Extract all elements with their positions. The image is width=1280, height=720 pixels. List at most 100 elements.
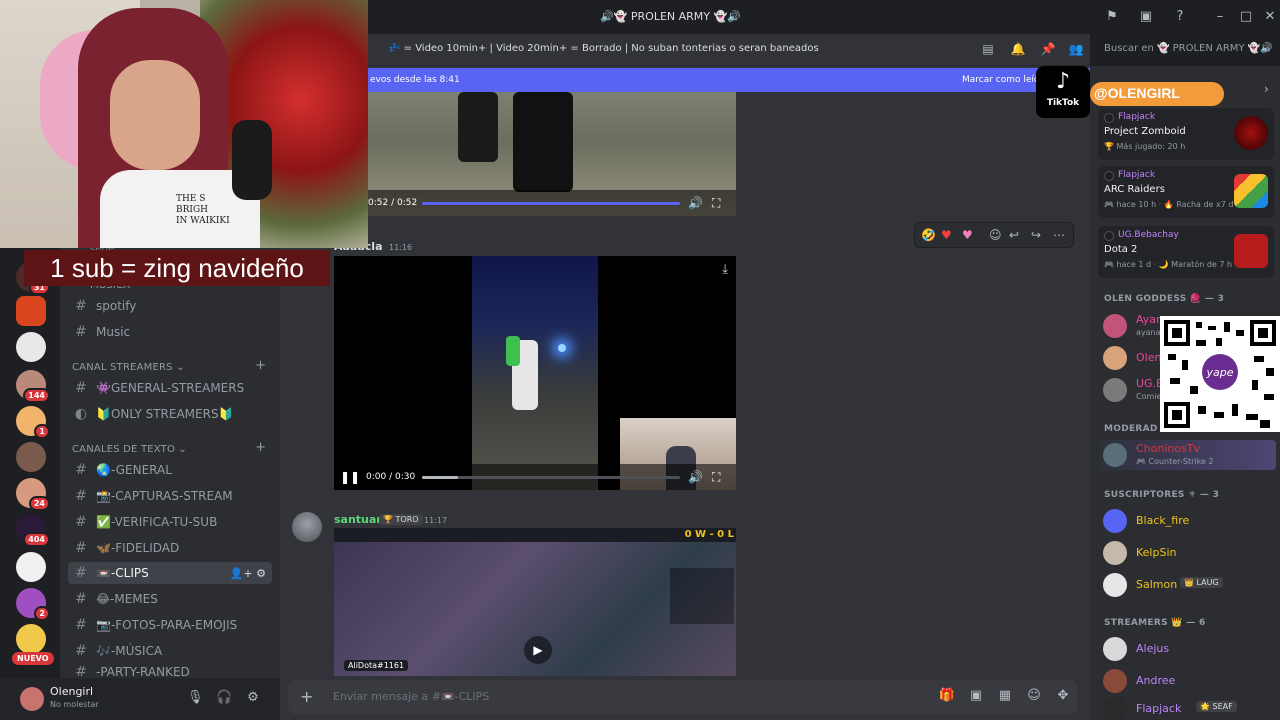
member-item[interactable]: Alejus xyxy=(1100,634,1276,664)
gif-icon[interactable]: ▣ xyxy=(967,688,985,706)
channel-memes[interactable]: # 😂-MEMES xyxy=(68,588,272,610)
pin-icon[interactable]: 📌 xyxy=(1040,41,1056,57)
webcam-face xyxy=(110,60,200,170)
minimize-icon[interactable]: – xyxy=(1211,8,1229,26)
search-icon[interactable]: ⌕ xyxy=(1260,41,1276,57)
bell-icon[interactable]: 🔔 xyxy=(1010,41,1026,57)
video-embed[interactable]: 0:52 / 0:52 🔊 ⛶ xyxy=(368,92,736,216)
add-attachment-icon[interactable]: + xyxy=(300,687,313,706)
channel-topic: 💤 = Video 10min+ | Video 20min+ = Borrad… xyxy=(388,43,819,54)
threads-icon[interactable]: ▤ xyxy=(980,41,996,57)
microphone-icon[interactable]: 🎙 xyxy=(187,690,204,706)
reaction-laugh-icon[interactable]: 🤣 xyxy=(921,228,936,242)
video-embed[interactable]: 0 W - 0 L ▶ AliDota#1161 xyxy=(334,528,736,676)
server-icon[interactable] xyxy=(16,296,46,326)
create-channel-icon[interactable]: + xyxy=(255,358,266,373)
download-icon[interactable]: ⤓ xyxy=(722,262,728,277)
message-composer[interactable]: + Enviar mensaje a #📼-CLIPS xyxy=(288,680,1078,714)
chevron-right-icon[interactable]: › xyxy=(1264,82,1269,96)
reaction-pinkheart-icon[interactable]: ♥ xyxy=(962,228,973,242)
forward-icon[interactable]: ↪ xyxy=(1031,228,1041,242)
channel-party-ranked[interactable]: # -PARTY-RANKED xyxy=(68,666,272,678)
message-author[interactable]: santuan xyxy=(334,513,384,526)
gift-icon[interactable]: 🎁 xyxy=(938,688,956,706)
category-canal-streamers[interactable]: CANAL STREAMERS ⌄ xyxy=(72,362,185,373)
channel-only-streamers[interactable]: ◐ 🔰ONLY STREAMERS🔰 xyxy=(68,403,272,425)
channel-clips[interactable]: # 📼-CLIPS 👤+ ⚙ xyxy=(68,562,272,584)
channel-capturas[interactable]: # 📸-CAPTURAS-STREAM xyxy=(68,485,272,507)
composer-placeholder[interactable]: Enviar mensaje a #📼-CLIPS xyxy=(333,690,489,703)
member-item[interactable]: ChoninosTv 🎮 Counter-Strike 2 xyxy=(1100,440,1276,470)
gear-icon[interactable]: ⚙ xyxy=(245,690,261,706)
server-icon[interactable]: 144 xyxy=(16,370,50,403)
server-icon[interactable]: 1 xyxy=(16,406,50,439)
activity-card[interactable]: UG.Bebachay Dota 2 🎮 hace 1 d · 🌙 Marató… xyxy=(1098,226,1274,278)
channel-fotos[interactable]: # 📷-FOTOS-PARA-EMOJIS xyxy=(68,614,272,636)
channel-musica[interactable]: # 🎶-MÚSICA xyxy=(68,640,272,662)
channel-verifica[interactable]: # ✅-VERIFICA-TU-SUB xyxy=(68,511,272,533)
activity-game: Project Zomboid xyxy=(1104,126,1186,137)
mark-read-button[interactable]: Marcar como leíd xyxy=(962,75,1040,85)
avatar[interactable] xyxy=(20,687,44,711)
activity-meta: 🏆 Más jugado: 20 h xyxy=(1104,142,1186,151)
fullscreen-icon[interactable]: ⛶ xyxy=(712,470,720,485)
avatar xyxy=(1103,314,1127,338)
activity-card[interactable]: Flapjack ARC Raiders 🎮 hace 10 h · 🔥 Rac… xyxy=(1098,166,1274,218)
game-art xyxy=(1234,234,1268,268)
member-item[interactable]: Andree xyxy=(1100,666,1276,696)
game-score: 0 W - 0 L xyxy=(684,529,734,540)
sticker-icon[interactable]: ▦ xyxy=(996,688,1014,706)
member-group-header: OLEN GODDESS 🧶 — 3 xyxy=(1104,294,1225,304)
video-embed[interactable]: ⤓ ❚❚ 0:00 / 0:30 🔊 ⛶ xyxy=(334,256,736,490)
apps-icon[interactable]: ✥ xyxy=(1054,688,1072,706)
more-icon[interactable]: ⋯ xyxy=(1053,228,1065,242)
server-icon[interactable]: 404 xyxy=(16,514,50,547)
inbox-icon[interactable]: ▣ xyxy=(1137,8,1155,26)
user-name[interactable]: Olengirl xyxy=(50,685,93,698)
member-tag: 👑 LAUG xyxy=(1180,577,1223,588)
volume-icon[interactable]: 🔊 xyxy=(688,196,703,210)
server-icon[interactable] xyxy=(16,552,46,582)
server-icon[interactable] xyxy=(16,442,46,472)
member-item[interactable]: Flapjack 🌟 SEAF xyxy=(1100,694,1276,720)
server-icon[interactable] xyxy=(16,624,46,654)
reaction-heart-icon[interactable]: ♥ xyxy=(941,228,952,242)
channel-general[interactable]: # 🌏-GENERAL xyxy=(68,459,272,481)
play-icon[interactable]: ▶ xyxy=(524,636,552,664)
channel-music[interactable]: # Music xyxy=(68,321,272,343)
volume-icon[interactable]: 🔊 xyxy=(688,470,703,484)
emoji-icon[interactable]: ☺ xyxy=(1025,688,1043,706)
activity-card[interactable]: Flapjack Project Zomboid 🏆 Más jugado: 2… xyxy=(1098,108,1274,160)
member-item[interactable]: Black_fire xyxy=(1100,506,1276,536)
maximize-icon[interactable]: □ xyxy=(1237,8,1255,26)
headphones-icon[interactable]: 🎧 xyxy=(216,690,232,706)
server-icon[interactable] xyxy=(16,332,46,362)
add-reaction-icon[interactable]: ☺ xyxy=(989,228,1002,242)
server-icon[interactable]: 24 xyxy=(16,478,50,511)
member-tag: 🌟 SEAF xyxy=(1196,701,1237,712)
create-channel-icon[interactable]: + xyxy=(255,440,266,455)
flag-icon[interactable]: ⚑ xyxy=(1103,8,1121,26)
member-item[interactable]: Salmon 👑 LAUG xyxy=(1100,570,1276,600)
close-icon[interactable]: ✕ xyxy=(1261,8,1279,26)
help-icon[interactable]: ? xyxy=(1171,8,1189,26)
pause-icon[interactable]: ❚❚ xyxy=(340,470,360,484)
search-input[interactable]: Buscar en 👻 PROLEN ARMY 👻🔊 xyxy=(1096,38,1280,60)
channel-spotify[interactable]: # spotify xyxy=(68,295,272,317)
new-messages-bar[interactable]: evos desde las 8:41 Marcar como leíd xyxy=(368,68,1090,92)
fullscreen-icon[interactable]: ⛶ xyxy=(712,196,720,211)
reply-icon[interactable]: ↩ xyxy=(1009,228,1019,242)
members-icon[interactable]: 👥 xyxy=(1068,41,1084,57)
channel-settings-icon[interactable]: 👤+ ⚙ xyxy=(230,567,266,580)
video-progress[interactable] xyxy=(422,476,680,479)
server-icon[interactable]: 2 xyxy=(16,588,50,621)
channel-general-streamers[interactable]: # 👾GENERAL-STREAMERS xyxy=(68,377,272,399)
video-controls: 0:52 / 0:52 🔊 ⛶ xyxy=(368,190,736,216)
activity-game: ARC Raiders xyxy=(1104,184,1165,195)
avatar[interactable] xyxy=(292,512,322,542)
category-canales-texto[interactable]: CANALES DE TEXTO ⌄ xyxy=(72,444,187,455)
member-item[interactable]: KelpSin xyxy=(1100,538,1276,568)
channel-fidelidad[interactable]: # 🦋-FIDELIDAD xyxy=(68,537,272,559)
video-progress[interactable] xyxy=(422,202,680,205)
window-title: 🔊👻 PROLEN ARMY 👻🔊 xyxy=(600,10,741,23)
